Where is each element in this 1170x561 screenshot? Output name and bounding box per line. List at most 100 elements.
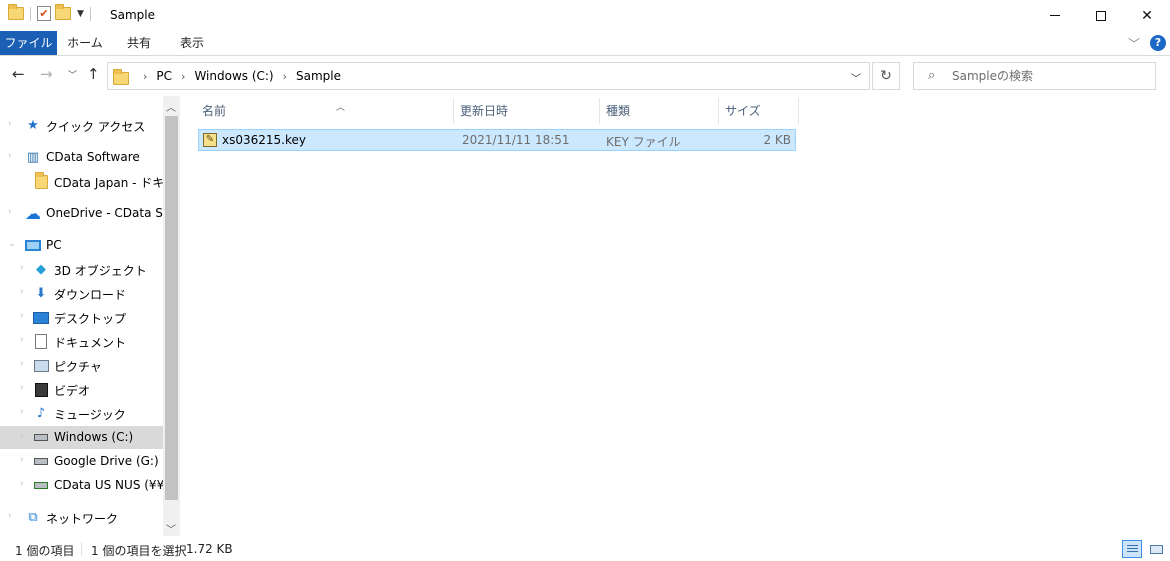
new-folder-icon[interactable] <box>55 4 71 20</box>
expand-icon[interactable]: › <box>8 119 12 129</box>
expand-icon[interactable]: › <box>8 207 12 217</box>
column-header-size[interactable]: サイズ <box>719 98 799 124</box>
chevron-right-icon[interactable]: › <box>181 70 185 83</box>
tab-file[interactable]: ファイル <box>0 31 57 55</box>
details-view-icon <box>1127 545 1138 554</box>
sidebar-item-pictures[interactable]: › ピクチャ <box>0 354 163 377</box>
expand-icon[interactable]: › <box>8 151 12 161</box>
expand-icon[interactable]: › <box>8 511 12 521</box>
sidebar-item-onedrive[interactable]: › ☁ OneDrive - CData Softv <box>0 202 163 225</box>
back-button[interactable]: ← <box>12 65 25 83</box>
navigation-pane: › ★ クイック アクセス › ▥ CData Software CData J… <box>0 96 180 536</box>
sidebar-item-cdata-us-nus[interactable]: › CData US NUS (¥¥ma <box>0 474 163 497</box>
expand-icon[interactable]: › <box>20 311 24 321</box>
expand-icon[interactable]: › <box>20 383 24 393</box>
column-header-name[interactable]: ︿ 名前 <box>196 98 454 124</box>
file-type: KEY ファイル <box>606 135 681 149</box>
breadcrumb-drive[interactable]: Windows (C:) <box>194 69 273 83</box>
tab-home[interactable]: ホーム <box>57 31 113 55</box>
key-file-icon: ✎ <box>203 133 217 147</box>
breadcrumb-folder[interactable]: Sample <box>296 69 341 83</box>
large-icons-view-button[interactable] <box>1146 540 1166 558</box>
sidebar-item-windows-c[interactable]: › Windows (C:) <box>0 426 163 449</box>
file-size: 2 KB <box>763 133 791 147</box>
tab-share[interactable]: 共有 <box>113 31 165 55</box>
sidebar-item-cdata-japan[interactable]: CData Japan - ドキュメ <box>0 170 163 193</box>
breadcrumb: › PC › Windows (C:) › Sample <box>134 69 341 83</box>
large-icons-view-icon <box>1150 545 1163 554</box>
music-icon: ♪ <box>36 406 46 421</box>
help-icon[interactable]: ? <box>1150 35 1166 51</box>
cloud-icon: ☁ <box>25 204 41 223</box>
recent-locations-icon[interactable]: ﹀ <box>68 68 77 81</box>
download-icon: ⬇ <box>35 286 47 301</box>
sidebar-item-google-drive[interactable]: › Google Drive (G:) <box>0 450 163 473</box>
chevron-right-icon[interactable]: › <box>283 70 287 83</box>
expand-icon[interactable]: › <box>20 287 24 297</box>
chevron-right-icon[interactable]: › <box>143 70 147 83</box>
expand-icon[interactable]: › <box>20 263 24 273</box>
folder-icon <box>8 4 24 20</box>
details-view-button[interactable] <box>1122 540 1142 558</box>
sidebar-item-network[interactable]: › ⧉ ネットワーク <box>0 506 163 529</box>
navigation-bar: ← → ﹀ ↑ › PC › Windows (C:) › Sample ﹀ ↻… <box>0 56 1170 96</box>
search-icon: ⌕ <box>928 68 936 83</box>
sidebar-item-videos[interactable]: › ビデオ <box>0 378 163 401</box>
video-icon <box>33 382 49 397</box>
table-row[interactable]: ✎ xs036215.key 2021/11/11 18:51 KEY ファイル… <box>198 129 796 151</box>
breadcrumb-pc[interactable]: PC <box>156 69 172 83</box>
expand-icon[interactable]: › <box>20 455 24 465</box>
refresh-button[interactable]: ↻ <box>872 62 900 90</box>
expand-icon[interactable]: › <box>20 359 24 369</box>
maximize-button[interactable] <box>1078 0 1124 31</box>
scrollbar-thumb[interactable] <box>165 116 178 500</box>
drive-icon <box>33 430 49 445</box>
scroll-down-icon[interactable]: ﹀ <box>166 521 176 536</box>
expand-icon[interactable]: › <box>20 407 24 417</box>
sidebar-item-cdata-software[interactable]: › ▥ CData Software <box>0 146 163 169</box>
file-date: 2021/11/11 18:51 <box>462 133 570 147</box>
search-input[interactable] <box>952 68 1147 84</box>
scroll-up-icon[interactable]: ︿ <box>166 99 176 114</box>
selection-count: 1 個の項目を選択 <box>91 544 187 558</box>
sort-ascending-icon: ︿ <box>336 103 346 113</box>
drive-icon <box>33 454 49 469</box>
window-title: Sample <box>110 8 155 22</box>
picture-icon <box>33 358 49 373</box>
sidebar-item-documents[interactable]: › ドキュメント <box>0 330 163 353</box>
address-bar[interactable]: › PC › Windows (C:) › Sample ﹀ <box>107 62 870 90</box>
sidebar-item-pc[interactable]: ⌄ PC <box>0 234 163 257</box>
forward-button[interactable]: → <box>40 65 53 83</box>
expand-icon[interactable]: › <box>20 479 24 489</box>
expand-icon[interactable]: › <box>20 335 24 345</box>
close-button[interactable]: ✕ <box>1124 0 1170 31</box>
item-count: 1 個の項目 <box>15 544 75 558</box>
chevron-down-icon[interactable]: ﹀ <box>851 70 861 85</box>
expand-icon[interactable]: ⌄ <box>8 239 16 249</box>
properties-icon[interactable]: ✔ <box>37 6 51 21</box>
sidebar-item-downloads[interactable]: › ⬇ ダウンロード <box>0 282 163 305</box>
file-name: xs036215.key <box>222 133 306 147</box>
desktop-icon <box>33 310 49 325</box>
expand-ribbon-icon[interactable]: ﹀ <box>1128 35 1140 52</box>
toolbar-separator <box>89 6 91 21</box>
file-explorer-window: ✔ ▼ Sample ✕ ファイル ホーム 共有 表示 ﹀ ? ← → ﹀ ↑ … <box>0 0 1170 561</box>
up-button[interactable]: ↑ <box>87 65 100 83</box>
sidebar-item-quick-access[interactable]: › ★ クイック アクセス <box>0 114 163 137</box>
cube-icon: ◆ <box>36 262 46 277</box>
tab-view[interactable]: 表示 <box>165 31 219 55</box>
sidebar-item-3d-objects[interactable]: › ◆ 3D オブジェクト <box>0 258 163 281</box>
minimize-button[interactable] <box>1032 0 1078 31</box>
customize-toolbar-dropdown-icon[interactable]: ▼ <box>77 9 84 19</box>
document-icon <box>33 334 49 349</box>
quick-access-toolbar: ✔ ▼ <box>8 4 93 21</box>
folder-icon <box>33 171 49 189</box>
sidebar-item-desktop[interactable]: › デスクトップ <box>0 306 163 329</box>
sidebar-scrollbar[interactable]: ︿ ﹀ <box>163 96 180 536</box>
expand-icon[interactable]: › <box>20 431 24 441</box>
column-header-type[interactable]: 種類 <box>600 98 719 124</box>
column-header-date[interactable]: 更新日時 <box>454 98 600 124</box>
sidebar-item-music[interactable]: › ♪ ミュージック <box>0 402 163 425</box>
search-box[interactable]: ⌕ <box>913 62 1156 90</box>
ribbon: ファイル ホーム 共有 表示 ﹀ ? <box>0 31 1170 56</box>
